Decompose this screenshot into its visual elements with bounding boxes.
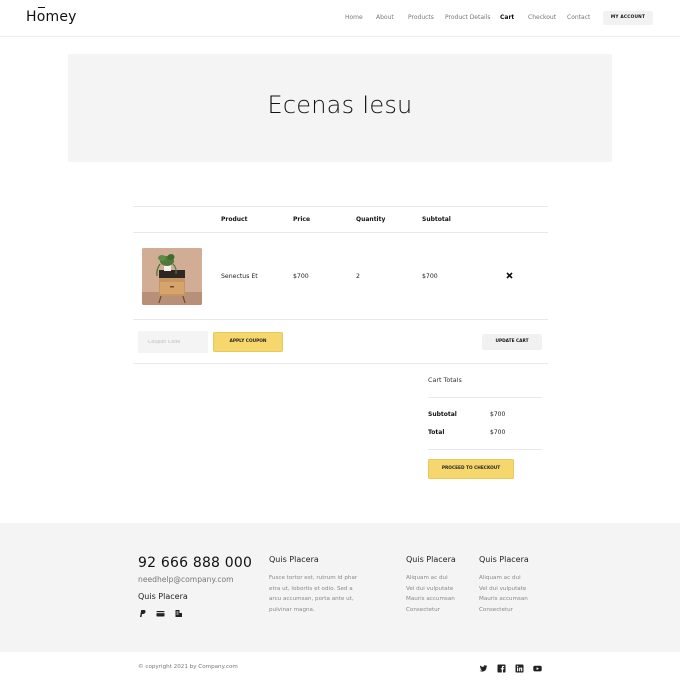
header-quantity: Quantity	[356, 216, 386, 223]
copyright: © copyright 2021 by Company.com	[138, 664, 238, 670]
footer-link[interactable]: Consectetur	[406, 605, 476, 616]
divider	[133, 363, 548, 364]
divider	[133, 319, 548, 320]
paypal-icon[interactable]	[138, 609, 147, 618]
total-value: $700	[490, 429, 506, 436]
nav-contact[interactable]: Contact	[567, 14, 590, 21]
footer-column-3: Quis Placera Aliquam ac dui Vel dui vulp…	[479, 555, 549, 615]
nav-products[interactable]: Products	[408, 14, 434, 21]
footer-link[interactable]: Consectetur	[479, 605, 549, 616]
header-product: Product	[221, 216, 248, 223]
footer-bottom-bar: © copyright 2021 by Company.com	[0, 652, 680, 684]
cart-totals: Cart Totals Subtotal $700 Total $700 PRO…	[428, 376, 542, 479]
product-name[interactable]: Senectus Et	[221, 273, 258, 280]
subtotal-label: Subtotal	[428, 411, 457, 418]
product-quantity[interactable]: 2	[356, 273, 360, 280]
facebook-icon[interactable]	[497, 664, 506, 673]
remove-item-button[interactable]	[506, 272, 513, 279]
footer-link[interactable]: Mauris accumsan	[479, 594, 549, 605]
linkedin-icon[interactable]	[515, 664, 524, 673]
footer-subtitle: Quis Placera	[138, 592, 188, 601]
logo[interactable]: Homey	[26, 7, 77, 25]
cart-totals-title: Cart Totals	[428, 376, 462, 384]
header-price: Price	[293, 216, 311, 223]
youtube-icon[interactable]	[533, 664, 542, 673]
divider	[133, 232, 548, 233]
footer-link[interactable]: Aliquam ac dui	[479, 573, 549, 584]
nav-checkout[interactable]: Checkout	[528, 14, 556, 21]
page-title: Ecenas Iesu	[267, 91, 413, 119]
product-thumbnail[interactable]	[142, 248, 202, 305]
footer-link[interactable]: Aliquam ac dui	[406, 573, 476, 584]
page-banner: Ecenas Iesu	[68, 54, 612, 162]
divider	[133, 206, 548, 207]
footer-link[interactable]: Mauris accumsan	[406, 594, 476, 605]
logo-text-prefix: H	[26, 9, 37, 25]
header-subtotal: Subtotal	[422, 216, 451, 223]
payment-icons	[138, 609, 183, 618]
nightstand-plant-image	[142, 248, 202, 305]
apply-coupon-button[interactable]: APPLY COUPON	[213, 332, 283, 352]
footer-column-title: Quis Placera	[269, 555, 319, 564]
nav-product-details[interactable]: Product Details	[445, 14, 491, 21]
subtotal-value: $700	[490, 411, 506, 418]
footer-column-2: Quis Placera Aliquam ac dui Vel dui vulp…	[406, 555, 476, 615]
footer-column-line: etra ut, lobortis et odio. Sed a	[269, 585, 353, 592]
footer-link[interactable]: Vel dui vulputate	[479, 584, 549, 595]
footer-link[interactable]: Vel dui vulputate	[406, 584, 476, 595]
bank-icon[interactable]	[174, 609, 183, 618]
credit-card-icon[interactable]	[156, 609, 165, 618]
nav-home[interactable]: Home	[345, 14, 363, 21]
footer-email[interactable]: needhelp@company.com	[138, 575, 234, 584]
logo-text-suffix: mey	[45, 9, 77, 25]
update-cart-button[interactable]: UPDATE CART	[482, 334, 542, 350]
divider	[428, 449, 542, 450]
product-price: $700	[293, 273, 309, 280]
footer-column-line: Fusce tortor est, rutrum id phar	[269, 575, 358, 581]
social-links	[479, 664, 542, 673]
product-subtotal: $700	[422, 273, 438, 280]
site-header: Homey Home About Products Product Detail…	[0, 0, 680, 37]
twitter-icon[interactable]	[479, 664, 488, 673]
proceed-to-checkout-button[interactable]: PROCEED TO CHECKOUT	[428, 459, 514, 479]
close-icon	[506, 272, 513, 279]
divider	[428, 397, 542, 398]
footer-column-line: pulvinar magna.	[269, 606, 315, 613]
nav-about[interactable]: About	[376, 14, 394, 21]
footer-column-title: Quis Placera	[479, 555, 529, 564]
footer-column-1: Quis Placera Fusce tortor est, rutrum id…	[269, 555, 379, 615]
footer-phone[interactable]: 92 666 888 000	[138, 555, 252, 571]
my-account-button[interactable]: MY ACCOUNT	[603, 11, 653, 25]
logo-text-o: o	[36, 7, 46, 25]
total-label: Total	[428, 429, 445, 436]
footer-column-line: arcu accumsan, porta ante ut,	[269, 596, 354, 603]
site-footer: 92 666 888 000 needhelp@company.com Quis…	[0, 523, 680, 652]
footer-column-title: Quis Placera	[406, 555, 456, 564]
coupon-code-input[interactable]	[138, 331, 208, 353]
nav-cart[interactable]: Cart	[500, 14, 514, 21]
